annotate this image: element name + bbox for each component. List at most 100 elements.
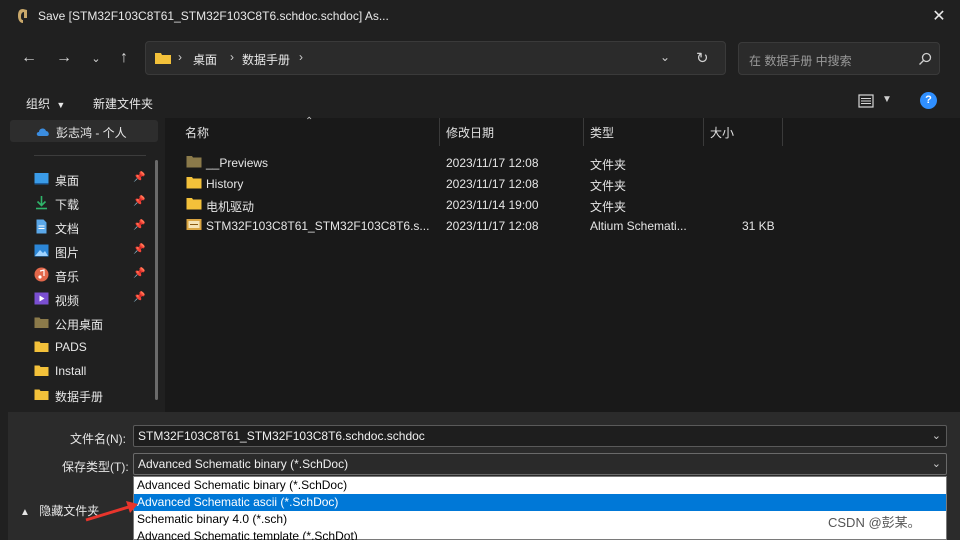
save-type-select[interactable]: Advanced Schematic binary (*.SchDoc) ⌄ — [133, 453, 947, 475]
arrow-left-icon: ← — [21, 49, 37, 66]
folder-icon — [34, 317, 49, 328]
sidebar-item-downloads[interactable]: 下载 📌 — [8, 192, 153, 214]
view-options-icon[interactable] — [858, 94, 874, 108]
file-row[interactable]: 电机驱动 2023/11/14 19:00 文件夹 — [165, 194, 945, 215]
up-button[interactable]: ↑ — [112, 46, 136, 70]
sidebar-item-label: 公用桌面 — [55, 318, 104, 332]
sidebar-item-label: PADS — [55, 340, 87, 354]
sidebar-item-videos[interactable]: 视频 📌 — [8, 288, 153, 310]
sidebar-item-public-desktop[interactable]: 公用桌面 — [8, 312, 153, 334]
folder-icon — [155, 53, 171, 64]
sidebar-item-pictures[interactable]: 图片 📌 — [8, 240, 153, 262]
file-name: STM32F103C8T61_STM32F103C8T6.s... — [206, 219, 430, 233]
file-name: 电机驱动 — [206, 200, 255, 214]
new-folder-button[interactable]: 新建文件夹 — [93, 95, 153, 112]
column-separator[interactable] — [703, 118, 704, 146]
sidebar-item-pads[interactable]: PADS — [8, 336, 153, 358]
option-label: Advanced Schematic ascii (*.SchDoc) — [137, 495, 339, 509]
column-header-type[interactable]: 类型 — [590, 124, 614, 141]
breadcrumb-chevron-icon: › — [178, 50, 182, 64]
music-icon — [34, 267, 49, 282]
sidebar-item-label: 彭志鸿 - 个人 — [56, 126, 127, 140]
search-input[interactable]: 在 数据手册 中搜索 — [738, 42, 940, 75]
arrow-up-icon: ↑ — [120, 49, 128, 66]
sidebar-item-label: 桌面 — [55, 174, 80, 188]
breadcrumb-chevron-icon: › — [230, 50, 234, 64]
save-type-option[interactable]: Advanced Schematic binary (*.SchDoc) — [134, 477, 946, 494]
save-type-label: 保存类型(T): — [62, 460, 129, 474]
organize-button[interactable]: 组织 ▼ — [26, 95, 65, 112]
file-row[interactable]: STM32F103C8T61_STM32F103C8T6.s... 2023/1… — [165, 215, 945, 236]
option-label: Schematic binary 4.0 (*.sch) — [137, 512, 288, 526]
file-row[interactable]: History 2023/11/17 12:08 文件夹 — [165, 173, 945, 194]
sidebar-item-install[interactable]: Install — [8, 360, 153, 382]
sidebar-item-documents[interactable]: 文档 📌 — [8, 216, 153, 238]
pin-icon: 📌 — [133, 220, 146, 231]
help-icon[interactable]: ? — [920, 92, 937, 109]
sidebar-item-onedrive[interactable]: 彭志鸿 - 个人 — [10, 120, 158, 142]
filename-input[interactable]: STM32F103C8T61_STM32F103C8T6.schdoc.schd… — [133, 425, 947, 447]
address-bar[interactable]: › 桌面 › 数据手册 › ⌄ ↻ — [145, 41, 726, 75]
column-header-name[interactable]: 名称 — [185, 124, 209, 141]
sidebar-item-label: 数据手册 — [55, 390, 104, 404]
sidebar-item-datasheets[interactable]: 数据手册 — [8, 384, 153, 406]
file-date: 2023/11/17 12:08 — [446, 177, 539, 191]
recent-locations-button[interactable]: ⌄ — [84, 46, 108, 70]
option-label: Advanced Schematic binary (*.SchDoc) — [137, 478, 348, 492]
filename-value: STM32F103C8T61_STM32F103C8T6.schdoc.schd… — [138, 429, 425, 443]
file-name: __Previews — [206, 156, 269, 170]
file-size: 31 KB — [742, 219, 775, 233]
pin-icon: 📌 — [133, 268, 146, 279]
pin-icon: 📌 — [133, 172, 146, 183]
folder-icon — [186, 177, 202, 189]
pictures-icon — [34, 244, 49, 257]
sidebar-scrollbar[interactable] — [155, 160, 158, 400]
sidebar-item-music[interactable]: 音乐 📌 — [8, 264, 153, 286]
cloud-icon — [36, 128, 49, 136]
sidebar-item-desktop[interactable]: 桌面 📌 — [8, 168, 153, 190]
chevron-down-icon[interactable]: ⌄ — [932, 429, 941, 442]
back-button[interactable]: ← — [17, 46, 41, 70]
folder-icon — [34, 389, 49, 400]
chevron-down-icon[interactable]: ⌄ — [932, 457, 941, 470]
pin-icon: 📌 — [133, 292, 146, 303]
title-bar: Save [STM32F103C8T61_STM32F103C8T6.schdo… — [0, 0, 960, 32]
file-type: 文件夹 — [590, 179, 627, 193]
sidebar-item-label: 文档 — [55, 222, 80, 236]
organize-label: 组织 — [26, 97, 51, 111]
column-header-date[interactable]: 修改日期 — [446, 124, 494, 141]
sidebar-item-label: Install — [55, 364, 87, 378]
address-history-dropdown-icon[interactable]: ⌄ — [660, 50, 670, 64]
view-dropdown-icon[interactable]: ▼ — [882, 94, 892, 105]
refresh-icon[interactable]: ↻ — [696, 49, 709, 67]
close-button[interactable]: ✕ — [918, 0, 960, 32]
desktop-icon — [34, 173, 49, 185]
sidebar-item-label: 视频 — [55, 294, 80, 308]
folder-icon — [34, 341, 49, 352]
pin-icon: 📌 — [133, 244, 146, 255]
save-type-option[interactable]: Schematic binary 4.0 (*.sch) — [134, 511, 946, 528]
file-date: 2023/11/14 19:00 — [446, 198, 539, 212]
forward-button[interactable]: → — [52, 46, 76, 70]
column-separator[interactable] — [439, 118, 440, 146]
close-icon: ✕ — [932, 8, 946, 25]
column-separator[interactable] — [782, 118, 783, 146]
breadcrumb-datasheets[interactable]: 数据手册 — [242, 51, 290, 68]
save-type-option-selected[interactable]: Advanced Schematic ascii (*.SchDoc) — [134, 494, 946, 511]
chevron-down-icon: ⌄ — [91, 52, 101, 65]
arrow-right-icon: → — [56, 49, 72, 66]
search-placeholder: 在 数据手册 中搜索 — [749, 54, 852, 68]
save-type-option[interactable]: Advanced Schematic template (*.SchDot) — [134, 528, 946, 540]
navigation-pane: 彭志鸿 - 个人 桌面 📌 下载 📌 文档 📌 图片 📌 音乐 📌 视频 📌 公… — [8, 118, 158, 412]
file-row[interactable]: __Previews 2023/11/17 12:08 文件夹 — [165, 152, 945, 173]
window-title: Save [STM32F103C8T61_STM32F103C8T6.schdo… — [38, 9, 389, 23]
schdoc-file-icon — [186, 219, 202, 230]
file-date: 2023/11/17 12:08 — [446, 156, 539, 170]
sidebar-divider — [34, 155, 146, 156]
column-separator[interactable] — [583, 118, 584, 146]
breadcrumb-desktop[interactable]: 桌面 — [193, 51, 217, 68]
column-header-size[interactable]: 大小 — [710, 124, 734, 141]
sidebar-item-label: 下载 — [55, 198, 80, 212]
sidebar-item-label: 图片 — [55, 246, 80, 260]
breadcrumb-chevron-icon: › — [299, 50, 303, 64]
